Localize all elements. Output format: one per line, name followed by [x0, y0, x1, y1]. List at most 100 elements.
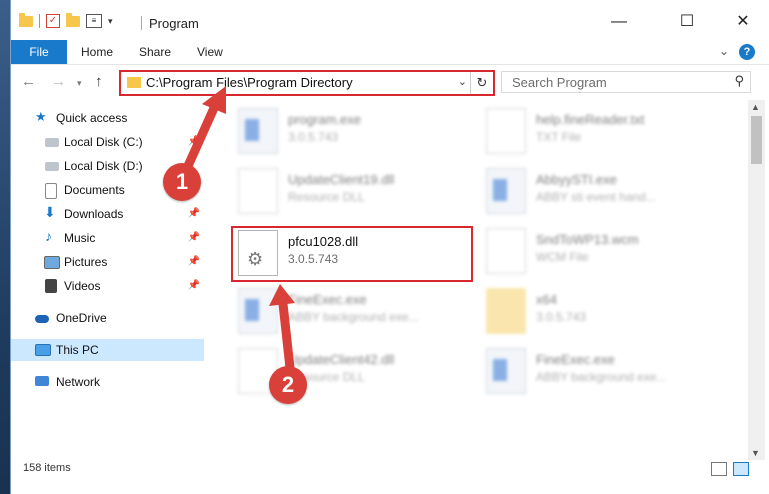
file-subtitle: Resource DLL [288, 190, 365, 204]
title-divider [141, 16, 142, 30]
search-placeholder: Search Program [512, 75, 607, 90]
file-name: UpdateClient19.dll [288, 172, 395, 187]
address-path[interactable]: C:\Program Files\Program Directory [146, 75, 353, 90]
txt-icon [486, 108, 526, 154]
explorer-window: ✓ ≡ ▾ Program — ☐ ✕ File Home Share View… [10, 0, 769, 494]
scrollbar-thumb[interactable] [751, 116, 762, 164]
quick-access-toolbar: ✓ ≡ ▾ [19, 12, 113, 28]
list-item[interactable]: UpdateClient19.dll Resource DLL [238, 164, 478, 220]
search-input[interactable]: Search Program ⚲ [501, 71, 751, 93]
item-count: 158 items [23, 462, 71, 474]
help-icon[interactable]: ? [739, 44, 755, 60]
sidebar-item-this-pc[interactable]: This PC [11, 339, 204, 361]
document-icon [45, 183, 57, 199]
forward-arrow-icon[interactable]: → [51, 73, 66, 90]
maximize-button[interactable]: ☐ [667, 10, 707, 34]
tab-share[interactable]: Share [139, 40, 171, 64]
file-subtitle: ABBY background exe... [288, 310, 419, 324]
star-icon: ★ [35, 109, 47, 124]
file-name: help.fineReader.txt [536, 112, 645, 127]
cloud-icon [35, 315, 49, 323]
file-subtitle: ABBY sti event hand... [536, 190, 656, 204]
target-file-highlight [231, 226, 473, 282]
window-title: Program [149, 16, 199, 31]
step-1-badge: 1 [163, 163, 201, 201]
scroll-down-icon[interactable]: ▼ [751, 448, 760, 458]
large-icons-view-icon[interactable] [733, 462, 749, 476]
chevron-down-icon[interactable]: ▾ [108, 16, 113, 27]
sidebar-item-network[interactable]: Network [11, 371, 204, 393]
exe-icon [238, 108, 278, 154]
file-icon [486, 228, 526, 274]
list-item[interactable]: FineExec.exe ABBY background exe... [486, 344, 726, 400]
list-item[interactable]: help.fineReader.txt TXT File [486, 104, 726, 160]
sidebar-item-videos[interactable]: Videos 📌 [11, 275, 204, 297]
sidebar-item-quick-access[interactable]: ★ Quick access [11, 107, 204, 129]
toolbar-divider [39, 14, 40, 28]
list-item[interactable]: AbbyySTI.exe ABBY sti event hand... [486, 164, 726, 220]
folder-icon [127, 77, 141, 88]
sidebar-item-local-disk-c[interactable]: Local Disk (C:) 📌 [11, 131, 204, 153]
network-icon [35, 376, 49, 386]
tab-file[interactable]: File [11, 40, 67, 64]
navigation-pane: ★ Quick access Local Disk (C:) 📌 Local D… [11, 100, 204, 460]
dll-icon [238, 168, 278, 214]
chevron-down-icon[interactable]: ⌄ [458, 75, 467, 88]
back-arrow-icon[interactable]: ← [21, 73, 36, 90]
pin-icon[interactable]: 📌 [188, 280, 200, 291]
exe-icon [486, 168, 526, 214]
tab-home[interactable]: Home [81, 40, 113, 64]
file-subtitle: 3.0.5.743 [288, 130, 339, 144]
sidebar-item-label: Documents [64, 183, 125, 197]
minimize-button[interactable]: — [599, 10, 639, 34]
vertical-scrollbar[interactable]: ▲ ▼ [748, 100, 765, 460]
folder-icon[interactable] [19, 12, 33, 27]
pin-icon[interactable]: 📌 [188, 136, 200, 147]
up-arrow-icon[interactable]: ↑ [95, 73, 103, 90]
sidebar-item-pictures[interactable]: Pictures 📌 [11, 251, 204, 273]
list-item[interactable]: program.exe 3.0.5.743 [238, 104, 478, 160]
refresh-icon[interactable]: ↻ [470, 72, 493, 94]
folder-icon [486, 288, 526, 334]
search-icon[interactable]: ⚲ [734, 73, 744, 89]
exe-icon [486, 348, 526, 394]
sidebar-item-label: Network [56, 375, 101, 389]
sidebar-item-onedrive[interactable]: OneDrive [11, 307, 204, 329]
file-name: SndToWP13.wcm [536, 232, 639, 247]
close-button[interactable]: ✕ [723, 10, 763, 34]
sidebar-item-label: Downloads [64, 207, 124, 221]
sidebar-item-label: Pictures [64, 255, 108, 269]
recent-locations-icon[interactable]: ▾ [77, 78, 82, 89]
sidebar-item-label: Local Disk (C:) [64, 135, 143, 149]
details-view-icon[interactable] [711, 462, 727, 476]
sidebar-item-label: OneDrive [56, 311, 107, 325]
properties-icon[interactable]: ≡ [86, 14, 102, 28]
computer-icon [35, 344, 51, 356]
file-subtitle: ABBY background exe... [536, 370, 667, 384]
properties-check-icon[interactable]: ✓ [46, 14, 60, 28]
pin-icon[interactable]: 📌 [188, 232, 200, 243]
scroll-up-icon[interactable]: ▲ [751, 102, 760, 112]
title-bar: ✓ ≡ ▾ Program — ☐ ✕ [11, 0, 769, 42]
tab-view[interactable]: View [197, 40, 223, 64]
navigation-bar: ← → ▾ ↑ C:\Program Files\Program Directo… [11, 64, 769, 100]
download-icon: ⬇ [44, 204, 56, 220]
address-bar[interactable]: C:\Program Files\Program Directory ⌄ ↻ [119, 70, 495, 96]
status-bar: 158 items [11, 460, 769, 494]
list-item[interactable]: FineExec.exe ABBY background exe... [238, 284, 478, 340]
video-icon [45, 279, 57, 293]
pin-icon[interactable]: 📌 [188, 208, 200, 219]
sidebar-item-label: Videos [64, 279, 101, 293]
expand-ribbon-icon[interactable]: ⌄ [719, 44, 729, 58]
file-name: AbbyySTI.exe [536, 172, 617, 187]
file-subtitle: WCM File [536, 250, 589, 264]
pin-icon[interactable]: 📌 [188, 256, 200, 267]
pictures-icon [44, 256, 60, 269]
sidebar-item-music[interactable]: ♪ Music 📌 [11, 227, 204, 249]
file-name: FineExec.exe [288, 292, 367, 307]
sidebar-item-downloads[interactable]: ⬇ Downloads 📌 [11, 203, 204, 225]
list-item[interactable]: SndToWP13.wcm WCM File [486, 224, 726, 280]
exe-icon [238, 288, 278, 334]
new-folder-icon[interactable] [66, 12, 80, 27]
list-item[interactable]: x64 3.0.5.743 [486, 284, 726, 340]
